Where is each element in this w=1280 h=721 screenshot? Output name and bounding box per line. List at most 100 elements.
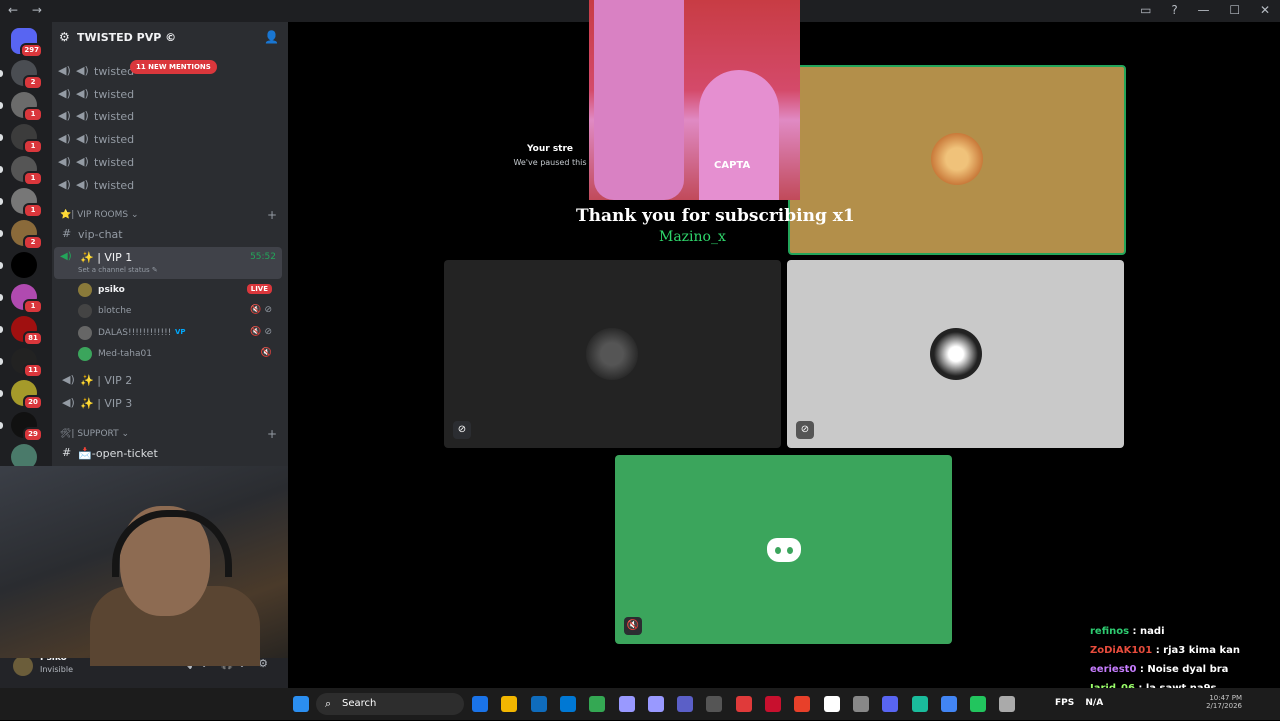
taskbar-app-icon[interactable] — [677, 696, 694, 712]
channel-vip-chat[interactable]: # vip-chat — [58, 224, 282, 244]
taskbar-app-icon[interactable] — [852, 696, 869, 712]
back-arrow-icon[interactable]: ← — [8, 3, 18, 17]
channel-twisted[interactable]: ◀) ◀) twisted — [58, 106, 282, 126]
server-icon[interactable]: 1 — [11, 188, 43, 218]
video-tile-psiko[interactable] — [788, 65, 1126, 255]
window-controls: ▭ ? — ☐ ✕ — [1124, 3, 1270, 17]
taskbar-app-icon[interactable] — [735, 696, 752, 712]
taskbar-app-icon[interactable] — [706, 696, 723, 712]
voice-user[interactable]: blotche 🔇 ⊘ — [78, 302, 278, 320]
speaker-icon: ◀) — [60, 251, 72, 262]
channel-label: twisted — [94, 110, 135, 124]
close-button[interactable]: ✕ — [1260, 3, 1270, 17]
server-icon[interactable]: 20 — [11, 380, 43, 410]
taskbar-app-icon[interactable] — [765, 696, 781, 712]
channel-twisted[interactable]: ◀) ◀) twisted — [58, 84, 282, 104]
voice-user[interactable]: DALAS!!!!!!!!!!!! VP 🔇 ⊘ — [78, 324, 278, 342]
avatar — [931, 133, 983, 185]
forward-arrow-icon[interactable]: → — [32, 3, 42, 17]
channel-twisted[interactable]: ◀) ◀) twisted — [58, 152, 282, 172]
chat-text: : nadi — [1129, 626, 1165, 637]
video-tile-dalas[interactable]: ⊘ — [787, 260, 1124, 448]
search-icon: ⌕ — [325, 697, 332, 710]
taskbar-app-icon[interactable] — [501, 696, 518, 712]
speaker-icon: ◀) — [58, 132, 71, 146]
gif-figure-left — [594, 0, 684, 200]
server-icon[interactable]: 2 — [11, 220, 43, 250]
system-tray: FPS N/A — [1055, 698, 1103, 708]
muted-deafened-icon: 🔇 — [260, 347, 272, 358]
channel-label: twisted — [94, 65, 135, 78]
windows-start-icon[interactable] — [293, 696, 309, 712]
taskbar-app-icon[interactable] — [589, 696, 606, 712]
speaker-icon: ◀) — [58, 86, 71, 100]
hashtag-icon: # — [62, 227, 72, 240]
server-icon[interactable]: 1 — [11, 156, 43, 186]
voice-user[interactable]: psiko LIVE — [78, 281, 278, 299]
server-icon[interactable]: 1 — [11, 284, 43, 314]
inbox-icon[interactable]: ▭ — [1140, 3, 1151, 17]
speaker-icon: ◀) — [58, 109, 71, 123]
fps-value: N/A — [1085, 698, 1104, 708]
taskbar-app-icon[interactable] — [882, 696, 899, 712]
muted-mic-icon: 🔇 — [624, 617, 642, 635]
minimize-button[interactable]: — — [1198, 3, 1210, 17]
help-icon[interactable]: ? — [1171, 3, 1177, 17]
new-mentions-badge[interactable]: 11 NEW MENTIONS — [130, 60, 217, 74]
server-icon[interactable]: 29 — [11, 412, 43, 442]
server-icon[interactable]: 2 — [11, 60, 43, 90]
unread-badge: 81 — [23, 331, 43, 346]
server-icon[interactable] — [11, 252, 37, 278]
paused-title: Your stre — [526, 144, 574, 154]
muted-deafened-icon: 🔇 ⊘ — [250, 305, 272, 316]
channel-vip-2[interactable]: ◀) ✨ | VIP 2 — [58, 370, 282, 390]
taskbar-app-icon[interactable] — [999, 696, 1016, 712]
taskbar-app-icon[interactable] — [559, 696, 576, 712]
avatar[interactable] — [13, 656, 33, 676]
taskbar-app-icon[interactable] — [472, 696, 488, 712]
channel-status[interactable]: Set a channel status ✎ — [78, 266, 158, 274]
clock[interactable]: 10:47 PM 2/17/2026 — [1206, 694, 1242, 710]
live-badge: LIVE — [246, 284, 272, 294]
taskbar-app-icon[interactable] — [970, 696, 987, 712]
taskbar-app-icon[interactable] — [618, 696, 635, 712]
server-header[interactable]: ⚙ TWISTED PVP © 👤 — [52, 22, 288, 54]
unread-pill — [0, 134, 3, 141]
server-icon[interactable]: 11 — [11, 348, 43, 378]
taskbar-search[interactable]: ⌕ Search — [316, 693, 464, 715]
taskbar-app-icon[interactable] — [530, 696, 547, 712]
taskbar-app-icon[interactable] — [911, 696, 928, 712]
server-icon[interactable]: 297 — [11, 28, 43, 58]
invite-icon[interactable]: 👤 — [264, 30, 279, 44]
taskbar-app-icon[interactable] — [794, 696, 811, 712]
taskbar-app-icon[interactable] — [647, 696, 664, 712]
maximize-button[interactable]: ☐ — [1229, 3, 1240, 17]
channel-open-ticket[interactable]: # 📩-open-ticket — [58, 443, 282, 463]
server-icon[interactable]: 81 — [11, 316, 43, 346]
chat-text: : rja3 kima kan — [1152, 645, 1240, 656]
taskbar-app-icon[interactable] — [823, 696, 840, 712]
channel-vip-1[interactable]: ◀) ✨ | VIP 1 55:52 Set a channel status … — [54, 247, 282, 279]
volume-icon: ◀) — [76, 132, 89, 146]
category-support[interactable]: 🛠| SUPPORT ⌄ + — [60, 427, 277, 441]
category-label: 🛠| SUPPORT ⌄ — [60, 429, 130, 439]
channel-twisted[interactable]: ◀) ◀) twisted — [58, 175, 282, 195]
channel-twisted[interactable]: ◀) ◀) twisted — [58, 129, 282, 149]
chat-text: : Noise dyal bra — [1136, 664, 1229, 675]
channel-vip-3[interactable]: ◀) ✨ | VIP 3 — [58, 393, 282, 413]
category-vip-rooms[interactable]: ⭐| VIP ROOMS ⌄ + — [60, 208, 277, 222]
server-icon[interactable]: 1 — [11, 92, 43, 122]
video-tile-blotche[interactable]: ⊘ — [444, 260, 781, 448]
taskbar-app-icon[interactable] — [940, 696, 957, 712]
video-tile-med-taha[interactable]: 🔇 — [615, 455, 952, 644]
unread-pill — [0, 294, 3, 301]
clock-date: 2/17/2026 — [1206, 702, 1242, 710]
unread-badge: 1 — [23, 139, 43, 154]
server-icon[interactable]: 1 — [11, 124, 43, 154]
user-tag: VP — [175, 327, 186, 336]
add-channel-icon[interactable]: + — [267, 427, 277, 441]
add-channel-icon[interactable]: + — [267, 208, 277, 222]
voice-user[interactable]: Med-taha01 🔇 — [78, 345, 278, 363]
muted-deafened-icon: 🔇 ⊘ — [250, 326, 272, 337]
discord-logo-icon — [767, 538, 801, 562]
